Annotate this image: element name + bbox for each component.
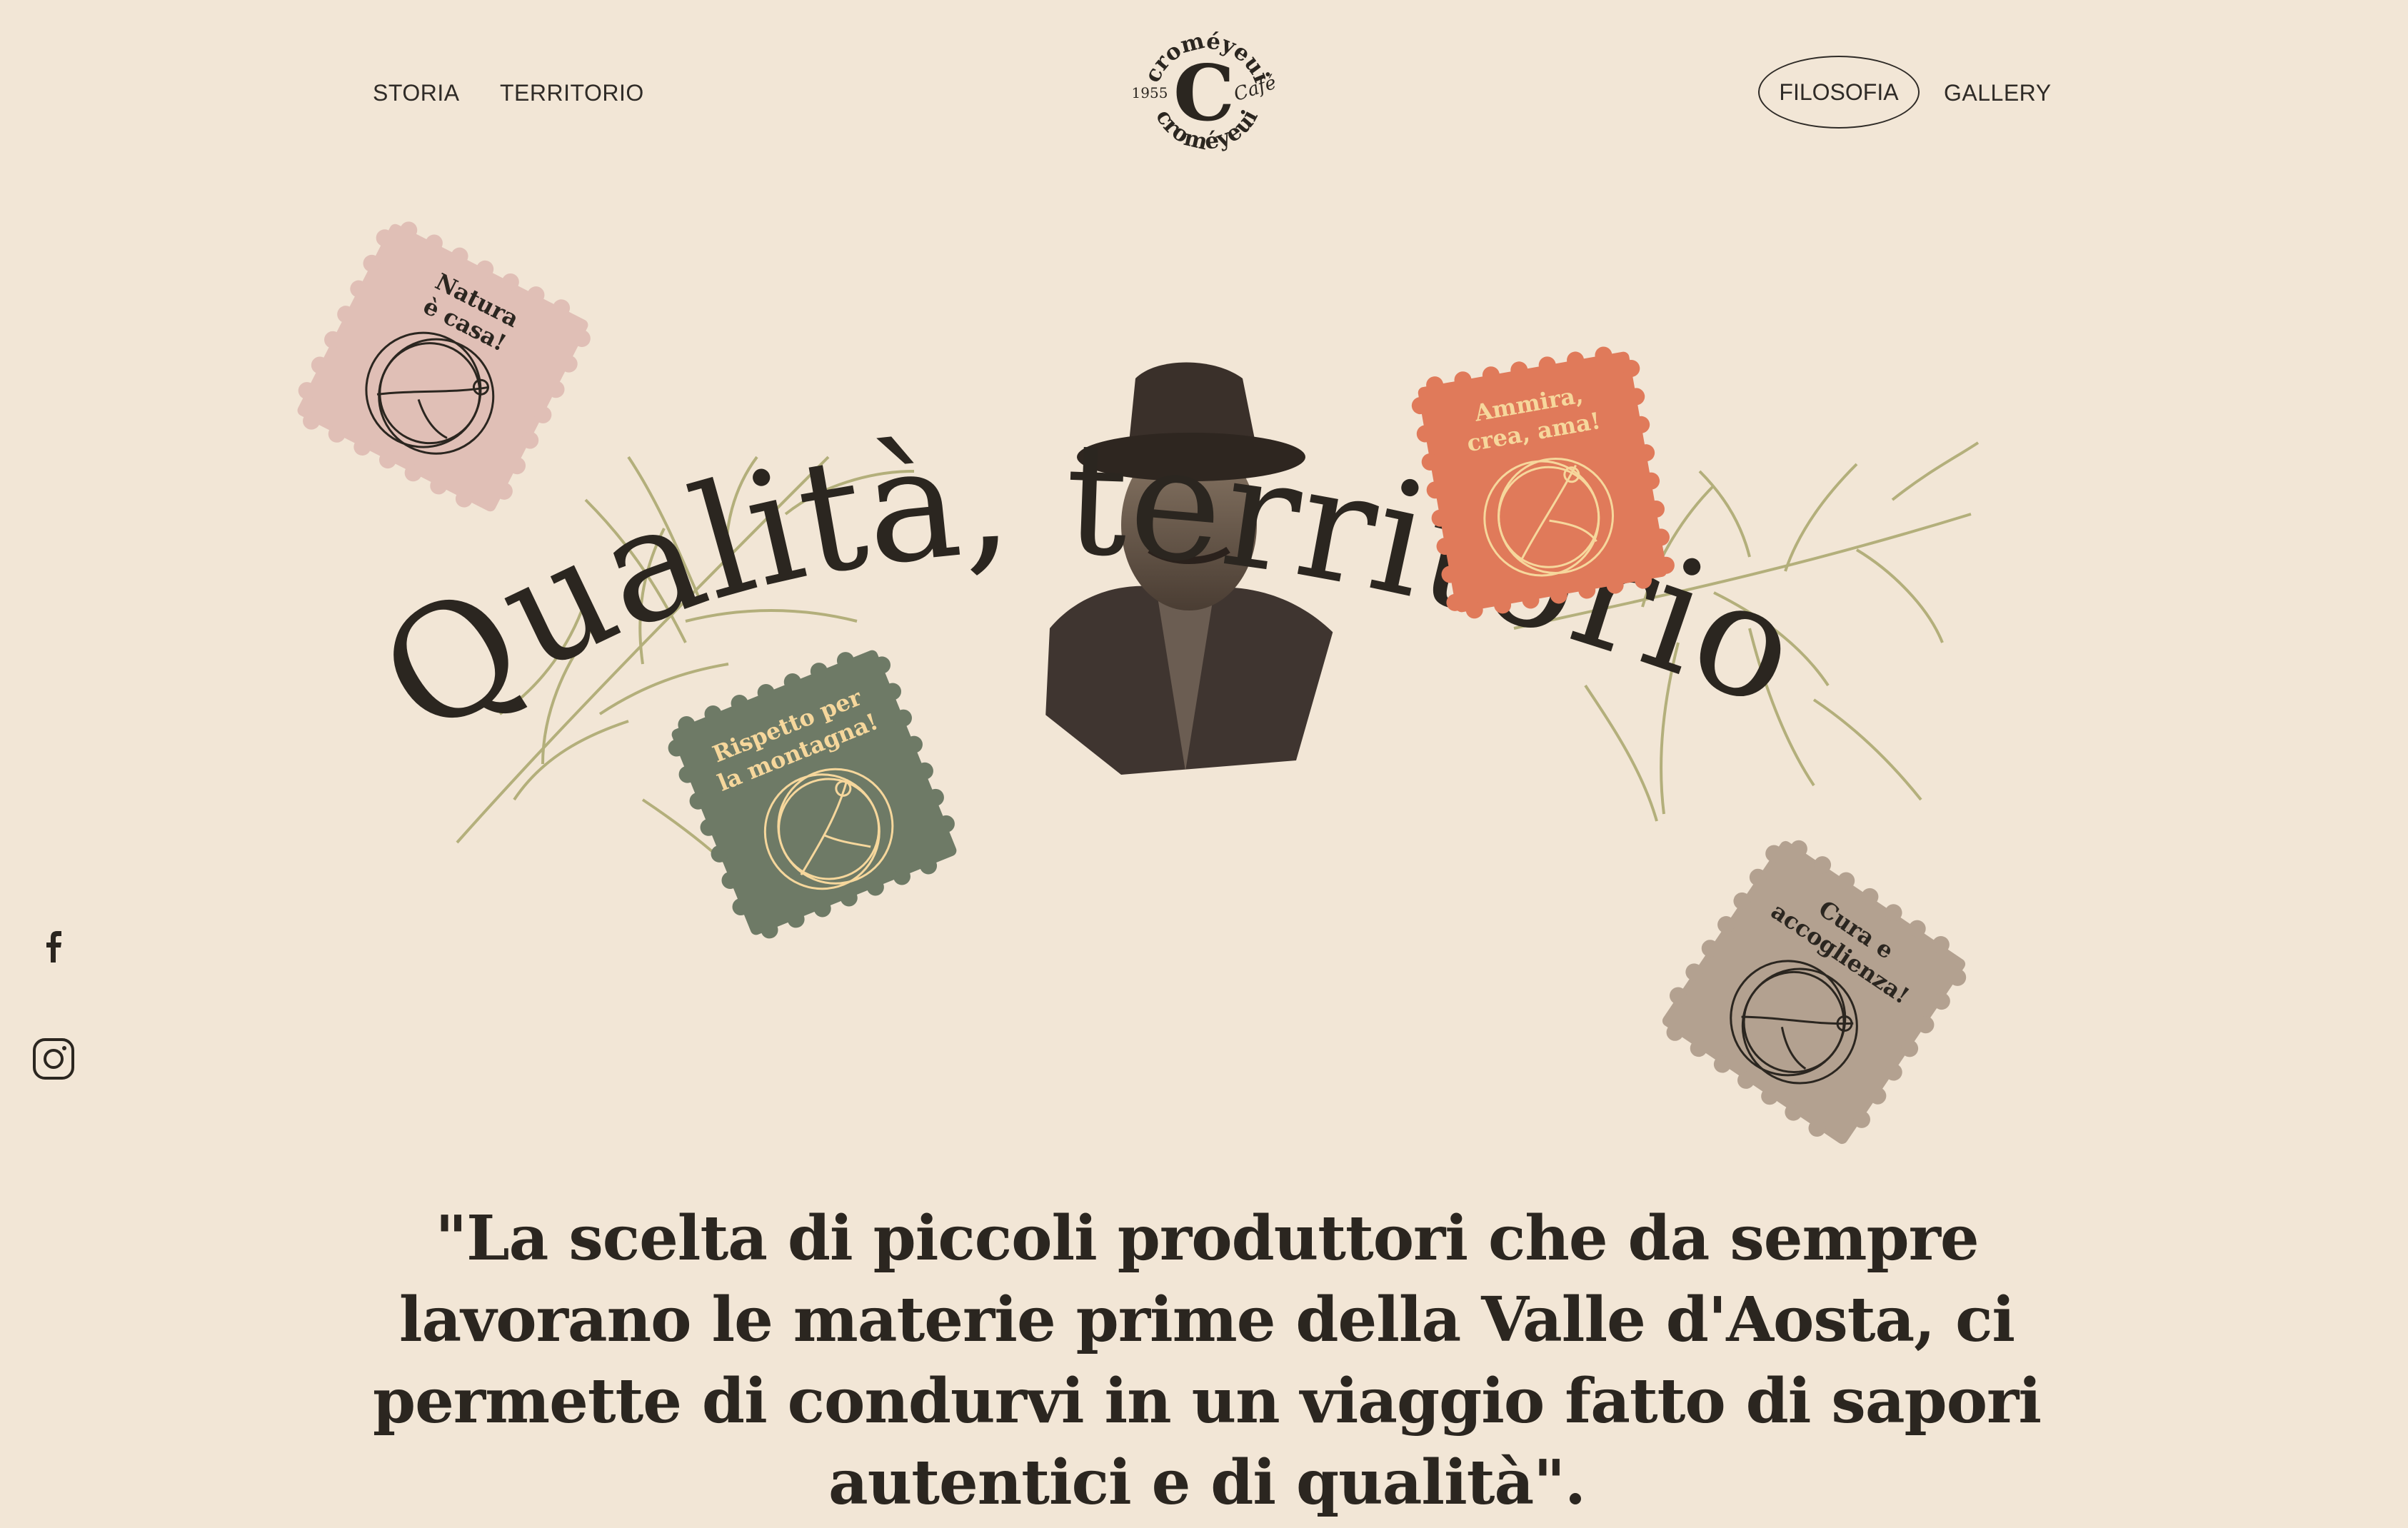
- instagram-icon: [33, 1038, 74, 1080]
- stamp-natura: Natura è casa!: [297, 221, 591, 512]
- facebook-link[interactable]: [29, 921, 79, 971]
- stamp-rispetto: Rispetto per la montagna!: [668, 650, 957, 939]
- stamp-cura: Cura e accoglienza!: [1662, 840, 1967, 1145]
- instagram-link[interactable]: [29, 1034, 79, 1084]
- hero-artwork: Qualità, territorio: [351, 357, 1980, 894]
- facebook-icon: [46, 931, 61, 962]
- stamp-ammira: Ammira, crea, ama!: [1411, 346, 1675, 619]
- philosophy-quote: "La scelta di piccoli produttori che da …: [372, 1202, 2042, 1519]
